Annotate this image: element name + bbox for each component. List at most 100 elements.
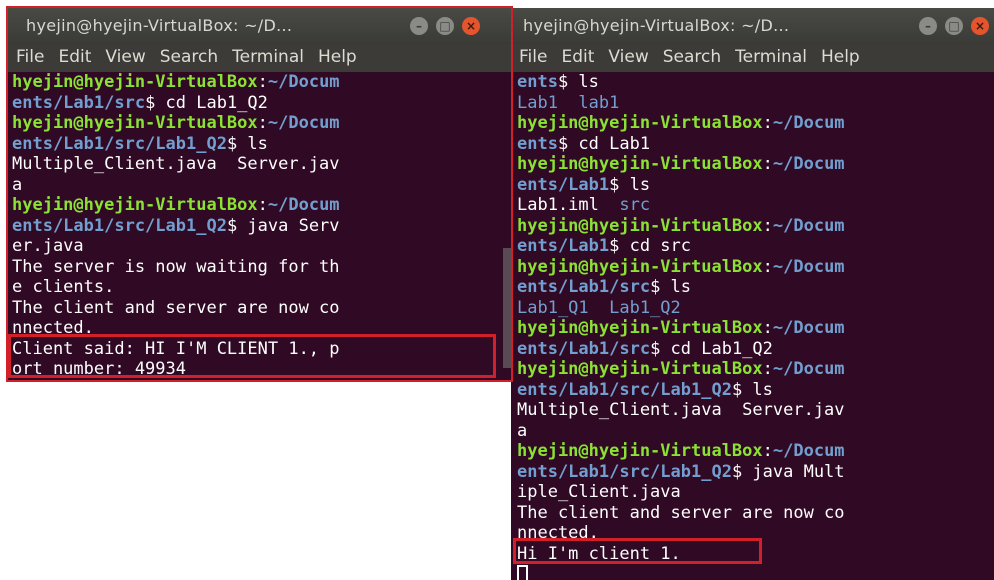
scrollbar[interactable] (503, 248, 511, 368)
terminal-output[interactable]: hyejin@hyejin-VirtualBox:~/Docum ents/Lab… (12, 72, 501, 380)
terminal-text: ~/Docum (267, 72, 340, 92)
terminal-text: hyejin@hyejin-VirtualBox (517, 113, 763, 133)
terminal-line: The server is now waiting for th (12, 257, 501, 278)
terminal-text: : (762, 441, 773, 461)
menu-edit[interactable]: Edit (553, 44, 600, 72)
terminal-line: hyejin@hyejin-VirtualBox:~/Docum (12, 72, 501, 93)
terminal-line: The client and server are now co (12, 298, 501, 319)
terminal-text: ~/Docum (772, 318, 845, 338)
window-title: hyejin@hyejin-VirtualBox: ~/D... (523, 16, 790, 35)
terminal-text: Hi I'm client 1. (517, 543, 681, 564)
terminal-text: hyejin@hyejin-VirtualBox (12, 72, 258, 92)
terminal-line: hyejin@hyejin-VirtualBox:~/Docum (517, 216, 984, 237)
terminal-text: ~/Docum (772, 215, 845, 236)
terminal-line: ents/Lab1/src$ cd Lab1_Q2 (517, 339, 984, 360)
menu-terminal[interactable]: Terminal (727, 44, 813, 72)
terminal-text: $ ls (731, 379, 773, 400)
terminal-text: hyejin@hyejin-VirtualBox (517, 359, 763, 379)
terminal-line: Lab1_Q1 Lab1_Q2 (517, 298, 984, 319)
terminal-text: $ ls (226, 133, 268, 154)
terminal-text: ~/Docum (772, 154, 845, 174)
minimize-button[interactable]: – (919, 17, 937, 35)
window-title: hyejin@hyejin-VirtualBox: ~/D... (26, 16, 293, 35)
terminal-text: ents/Lab1/src/Lab1_Q2 (12, 133, 227, 154)
close-button[interactable]: × (462, 17, 480, 35)
terminal-line: hyejin@hyejin-VirtualBox:~/Docum (517, 441, 984, 462)
title-bar[interactable]: hyejin@hyejin-VirtualBox: ~/D... – □ × (8, 8, 511, 44)
terminal-text: : (762, 256, 773, 277)
terminal-line: e clients. (12, 277, 501, 298)
terminal-text: e clients. (12, 277, 115, 297)
window-controls: – □ × (919, 17, 989, 35)
terminal-window-right[interactable]: hyejin@hyejin-VirtualBox: ~/D... – □ × F… (511, 8, 994, 580)
terminal-text: ents/Lab1/src (12, 92, 146, 113)
terminal-text: ents/Lab1 (517, 236, 610, 256)
terminal-text: ort number: 49934 (12, 359, 186, 379)
terminal-text: Multiple_Client.java Server.jav (517, 400, 845, 420)
terminal-line: hyejin@hyejin-VirtualBox:~/Docum (517, 257, 984, 278)
terminal-text: Lab1.iml (517, 195, 620, 215)
menu-file[interactable]: File (8, 44, 50, 72)
terminal-line (517, 564, 984, 580)
terminal-line: er.java (12, 236, 501, 257)
maximize-button[interactable]: □ (436, 17, 454, 35)
menu-search[interactable]: Search (152, 44, 224, 72)
terminal-line: Multiple_Client.java Server.jav (517, 400, 984, 421)
terminal-text: hyejin@hyejin-VirtualBox (517, 215, 763, 236)
terminal-line: nnected. (517, 523, 984, 544)
menu-terminal[interactable]: Terminal (224, 44, 310, 72)
menu-bar: File Edit View Search Terminal Help (511, 44, 994, 72)
menu-edit[interactable]: Edit (50, 44, 97, 72)
terminal-text: : (762, 215, 773, 236)
terminal-text: : (257, 195, 268, 215)
terminal-line: ents/Lab1/src/Lab1_Q2$ java Mult (517, 462, 984, 483)
terminal-text: ents/Lab1/src/Lab1_Q2 (517, 379, 732, 400)
minimize-button[interactable]: – (410, 17, 428, 35)
terminal-text: iple_Client.java (517, 482, 681, 502)
title-bar[interactable]: hyejin@hyejin-VirtualBox: ~/D... – □ × (511, 8, 994, 44)
terminal-line: hyejin@hyejin-VirtualBox:~/Docum (517, 113, 984, 134)
terminal-text: ents/Lab1/src (517, 338, 651, 359)
terminal-text: hyejin@hyejin-VirtualBox (12, 195, 258, 215)
terminal-text: ents/Lab1/src (517, 277, 651, 297)
window-controls: – □ × (410, 17, 480, 35)
terminal-text: er.java (12, 236, 84, 256)
menu-help[interactable]: Help (813, 44, 866, 72)
terminal-line: ents/Lab1/src/Lab1_Q2$ java Serv (12, 216, 501, 237)
terminal-text: : (762, 113, 773, 133)
terminal-text: Lab1 lab1 (517, 92, 620, 113)
terminal-text: hyejin@hyejin-VirtualBox (517, 318, 763, 338)
terminal-line: iple_Client.java (517, 482, 984, 503)
terminal-text: ~/Docum (267, 113, 340, 133)
maximize-button[interactable]: □ (945, 17, 963, 35)
menu-search[interactable]: Search (655, 44, 727, 72)
terminal-text: a (517, 420, 528, 441)
terminal-line: ents/Lab1$ cd src (517, 236, 984, 257)
terminal-line: a (12, 175, 501, 196)
terminal-line: ents/Lab1/src$ ls (517, 277, 984, 298)
terminal-text: : (257, 72, 268, 92)
terminal-window-left[interactable]: hyejin@hyejin-VirtualBox: ~/D... – □ × F… (8, 8, 511, 380)
terminal-line: a (517, 421, 984, 442)
terminal-line: Multiple_Client.java Server.jav (12, 154, 501, 175)
terminal-text: : (257, 113, 268, 133)
terminal-text: $ cd Lab1_Q2 (650, 338, 773, 359)
terminal-line: hyejin@hyejin-VirtualBox:~/Docum (517, 154, 984, 175)
terminal-output[interactable]: ents$ ls Lab1 lab1 hyejin@hyejin-VirtualBo… (517, 72, 984, 580)
menu-file[interactable]: File (511, 44, 553, 72)
terminal-line: hyejin@hyejin-VirtualBox:~/Docum (517, 318, 984, 339)
terminal-line: Lab1.iml src (517, 195, 984, 216)
terminal-text: : (762, 154, 773, 174)
menu-help[interactable]: Help (310, 44, 363, 72)
terminal-text: : (762, 359, 773, 379)
menu-view[interactable]: View (97, 44, 151, 72)
menu-view[interactable]: View (600, 44, 654, 72)
terminal-text: ~/Docum (772, 359, 845, 379)
close-button[interactable]: × (971, 17, 989, 35)
terminal-text: Multiple_Client.java Server.jav (12, 154, 340, 174)
terminal-text: The client and server are now co (517, 502, 845, 523)
terminal-text: hyejin@hyejin-VirtualBox (517, 441, 763, 461)
terminal-line: ents/Lab1/src/Lab1_Q2$ ls (517, 380, 984, 401)
terminal-text: ~/Docum (772, 441, 845, 461)
terminal-text: $ cd Lab1 (557, 133, 651, 154)
